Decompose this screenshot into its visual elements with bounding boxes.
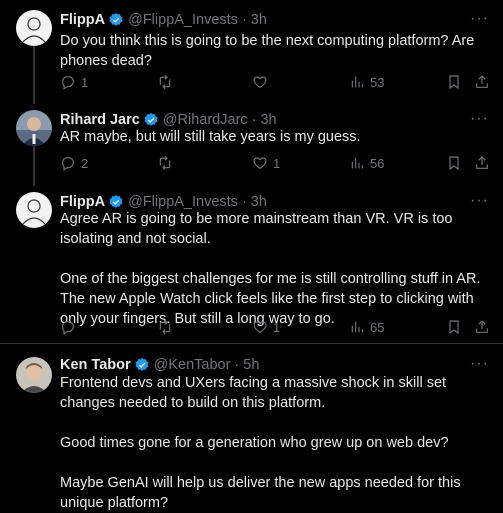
- tweet-text: AR maybe, but will still take years is m…: [60, 129, 361, 145]
- reply-count: 1: [81, 74, 89, 90]
- tweet-text: Agree AR is going to be more mainstream …: [60, 211, 481, 327]
- views-icon: [351, 76, 363, 88]
- reply-button[interactable]: 2: [60, 153, 88, 173]
- like-count: 1: [273, 155, 281, 171]
- avatar[interactable]: [16, 357, 52, 393]
- separator: ·: [234, 357, 240, 373]
- username[interactable]: @RihardJarc: [163, 112, 248, 128]
- action-bar: 1 53: [60, 72, 490, 92]
- more-icon[interactable]: ···: [470, 110, 489, 128]
- reply-icon: [62, 321, 74, 335]
- verified-badge-icon: [108, 12, 124, 28]
- more-icon[interactable]: ···: [470, 355, 489, 373]
- timestamp[interactable]: 3h: [251, 12, 267, 28]
- retweet-icon: [159, 319, 171, 335]
- heart-icon: [253, 321, 267, 333]
- retweet-icon: [159, 155, 171, 171]
- heart-icon: [253, 157, 267, 169]
- tweet[interactable]: Rihard Jarc @RihardJarc · 3h ··· AR mayb…: [0, 100, 503, 182]
- views-button[interactable]: 53: [349, 72, 384, 92]
- avatar[interactable]: [16, 192, 52, 228]
- bookmark-button[interactable]: [446, 317, 462, 337]
- like-count: 1: [273, 319, 281, 335]
- timestamp[interactable]: 3h: [260, 112, 276, 128]
- timestamp[interactable]: 5h: [243, 357, 259, 373]
- timestamp[interactable]: 3h: [251, 194, 267, 210]
- share-icon: [476, 320, 488, 333]
- like-button[interactable]: [252, 72, 273, 92]
- bookmark-icon: [449, 75, 459, 90]
- share-button[interactable]: [474, 72, 490, 92]
- share-button[interactable]: [474, 153, 490, 173]
- display-name[interactable]: FlippA: [60, 194, 105, 210]
- retweet-icon: [159, 74, 171, 90]
- views-button[interactable]: 56: [349, 153, 384, 173]
- tweet-text: Do you think this is going to be the nex…: [60, 33, 479, 69]
- view-count: 56: [370, 155, 385, 171]
- bookmark-icon: [449, 320, 459, 335]
- verified-badge-icon: [143, 112, 159, 128]
- heart-icon: [253, 76, 267, 88]
- more-icon[interactable]: ···: [470, 192, 489, 210]
- separator: ·: [251, 112, 257, 128]
- separator: ·: [241, 194, 247, 210]
- tweet-divider: [0, 343, 503, 344]
- reply-icon: [62, 157, 74, 171]
- retweet-button[interactable]: [157, 153, 178, 173]
- tweet[interactable]: Ken Tabor @KenTabor · 5h ··· Frontend de…: [0, 345, 503, 511]
- display-name[interactable]: FlippA: [60, 12, 105, 28]
- avatar[interactable]: [16, 10, 52, 46]
- views-icon: [351, 157, 363, 169]
- separator: ·: [241, 12, 247, 28]
- view-count: 65: [370, 319, 385, 335]
- reply-icon: [62, 76, 74, 90]
- bookmark-button[interactable]: [446, 153, 462, 173]
- share-icon: [476, 156, 488, 169]
- avatar[interactable]: [16, 110, 52, 146]
- like-button[interactable]: 1: [252, 153, 280, 173]
- retweet-button[interactable]: [157, 317, 178, 337]
- username[interactable]: @FlippA_Invests: [128, 12, 238, 28]
- share-icon: [476, 75, 488, 88]
- username[interactable]: @FlippA_Invests: [128, 194, 238, 210]
- action-bar: 2 1 56: [60, 153, 490, 173]
- tweet-header: Ken Tabor @KenTabor · 5h: [60, 355, 259, 375]
- bookmark-button[interactable]: [446, 72, 462, 92]
- views-icon: [351, 321, 363, 333]
- tweet[interactable]: FlippA @FlippA_Invests · 3h ··· Agree AR…: [0, 182, 503, 342]
- tweet-text: Frontend devs and UXers facing a massive…: [60, 375, 461, 511]
- action-bar: 1 65: [60, 317, 490, 337]
- tweet-header: FlippA @FlippA_Invests · 3h: [60, 10, 267, 30]
- more-icon[interactable]: ···: [470, 10, 489, 28]
- tweet[interactable]: FlippA @FlippA_Invests · 3h ··· Do you t…: [0, 0, 503, 100]
- views-button[interactable]: 65: [349, 317, 384, 337]
- display-name[interactable]: Ken Tabor: [60, 357, 131, 373]
- verified-badge-icon: [134, 357, 150, 373]
- bookmark-icon: [449, 156, 459, 171]
- reply-count: 2: [81, 155, 89, 171]
- like-button[interactable]: 1: [252, 317, 280, 337]
- share-button[interactable]: [474, 317, 490, 337]
- username[interactable]: @KenTabor: [154, 357, 231, 373]
- retweet-button[interactable]: [157, 72, 178, 92]
- display-name[interactable]: Rihard Jarc: [60, 112, 140, 128]
- reply-button[interactable]: [60, 317, 81, 337]
- view-count: 53: [370, 74, 385, 90]
- reply-button[interactable]: 1: [60, 72, 88, 92]
- verified-badge-icon: [108, 194, 124, 210]
